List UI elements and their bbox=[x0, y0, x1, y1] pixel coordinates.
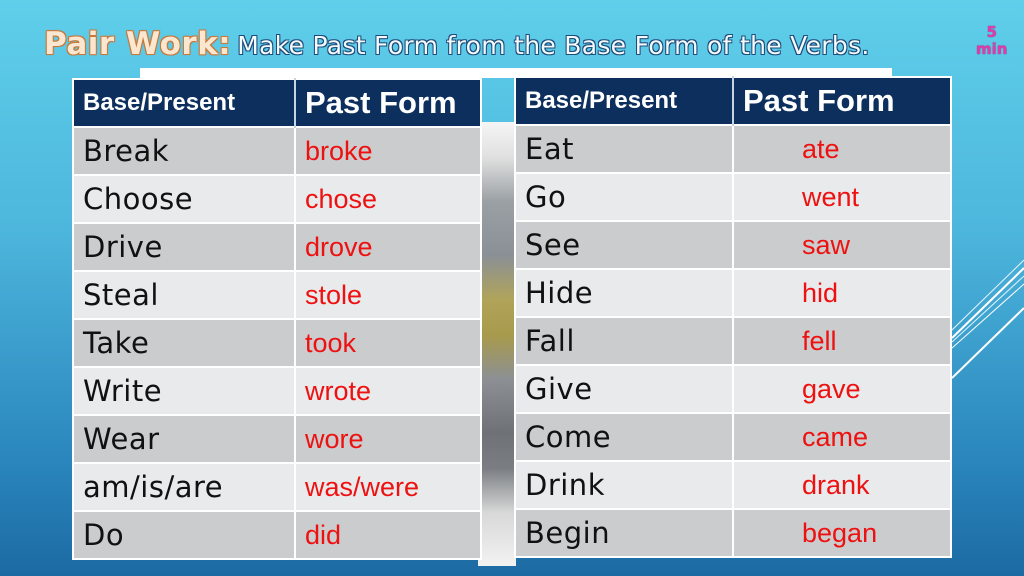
past-verb: came bbox=[733, 412, 951, 461]
past-verb: began bbox=[733, 508, 951, 557]
past-verb: ate bbox=[733, 124, 951, 173]
past-verb: saw bbox=[733, 220, 951, 269]
base-verb: Write bbox=[73, 366, 296, 415]
past-verb: hid bbox=[733, 268, 951, 317]
base-verb: Drink bbox=[515, 460, 734, 509]
table-row: Fall fell bbox=[515, 316, 951, 365]
past-verb: wrote bbox=[295, 366, 481, 415]
base-verb: Fall bbox=[515, 316, 734, 365]
table-row: Wear wore bbox=[73, 414, 481, 463]
base-verb: Drive bbox=[73, 222, 296, 271]
column-header-past: Past Form bbox=[733, 77, 951, 125]
past-verb: gave bbox=[733, 364, 951, 413]
title-lead: Pair Work: bbox=[44, 26, 232, 62]
past-verb: wore bbox=[295, 414, 481, 463]
table-row: Choose chose bbox=[73, 174, 481, 223]
table-row: Take took bbox=[73, 318, 481, 367]
table-row: Eat ate bbox=[515, 124, 951, 173]
table-row: Break broke bbox=[73, 126, 481, 175]
table-row: Hide hid bbox=[515, 268, 951, 317]
past-verb: did bbox=[295, 510, 481, 559]
base-verb: am/is/are bbox=[73, 462, 296, 511]
past-verb: drank bbox=[733, 460, 951, 509]
table-row: am/is/are was/were bbox=[73, 462, 481, 511]
table-row: Drive drove bbox=[73, 222, 481, 271]
timer-unit: min bbox=[976, 40, 1008, 58]
base-verb: Come bbox=[515, 412, 734, 461]
table-row: Come came bbox=[515, 412, 951, 461]
base-verb: Do bbox=[73, 510, 296, 559]
slide-title: Pair Work: Make Past Form from the Base F… bbox=[44, 26, 870, 62]
table-row: Do did bbox=[73, 510, 481, 559]
table-row: Drink drank bbox=[515, 460, 951, 509]
past-verb: broke bbox=[295, 126, 481, 175]
table-row: Give gave bbox=[515, 364, 951, 413]
table-row: Begin began bbox=[515, 508, 951, 557]
base-verb: Hide bbox=[515, 268, 734, 317]
base-verb: Steal bbox=[73, 270, 296, 319]
past-verb: fell bbox=[733, 316, 951, 365]
base-verb: Begin bbox=[515, 508, 734, 557]
verb-table-left: Base/Present Past Form Break broke Choose… bbox=[72, 78, 482, 560]
base-verb: See bbox=[515, 220, 734, 269]
table-header-row: Base/Present Past Form bbox=[73, 79, 481, 127]
table-header-row: Base/Present Past Form bbox=[515, 77, 951, 125]
past-verb: drove bbox=[295, 222, 481, 271]
timer-badge: 5 min bbox=[976, 24, 1007, 58]
past-verb: chose bbox=[295, 174, 481, 223]
background-photo bbox=[478, 122, 516, 566]
timer-number: 5 bbox=[986, 23, 997, 41]
column-header-past: Past Form bbox=[295, 79, 481, 127]
past-verb: went bbox=[733, 172, 951, 221]
base-verb: Go bbox=[515, 172, 734, 221]
table-row: Go went bbox=[515, 172, 951, 221]
verb-table-right: Base/Present Past Form Eat ate Go went See… bbox=[514, 76, 952, 558]
decorative-lines bbox=[952, 259, 1024, 379]
column-header-base: Base/Present bbox=[515, 77, 734, 125]
title-instruction: Make Past Form from the Base Form of the… bbox=[237, 31, 870, 60]
table-row: See saw bbox=[515, 220, 951, 269]
table-row: Write wrote bbox=[73, 366, 481, 415]
past-verb: took bbox=[295, 318, 481, 367]
base-verb: Eat bbox=[515, 124, 734, 173]
base-verb: Take bbox=[73, 318, 296, 367]
table-row: Steal stole bbox=[73, 270, 481, 319]
base-verb: Give bbox=[515, 364, 734, 413]
base-verb: Choose bbox=[73, 174, 296, 223]
base-verb: Wear bbox=[73, 414, 296, 463]
column-header-base: Base/Present bbox=[73, 79, 296, 127]
past-verb: stole bbox=[295, 270, 481, 319]
past-verb: was/were bbox=[295, 462, 481, 511]
base-verb: Break bbox=[73, 126, 296, 175]
